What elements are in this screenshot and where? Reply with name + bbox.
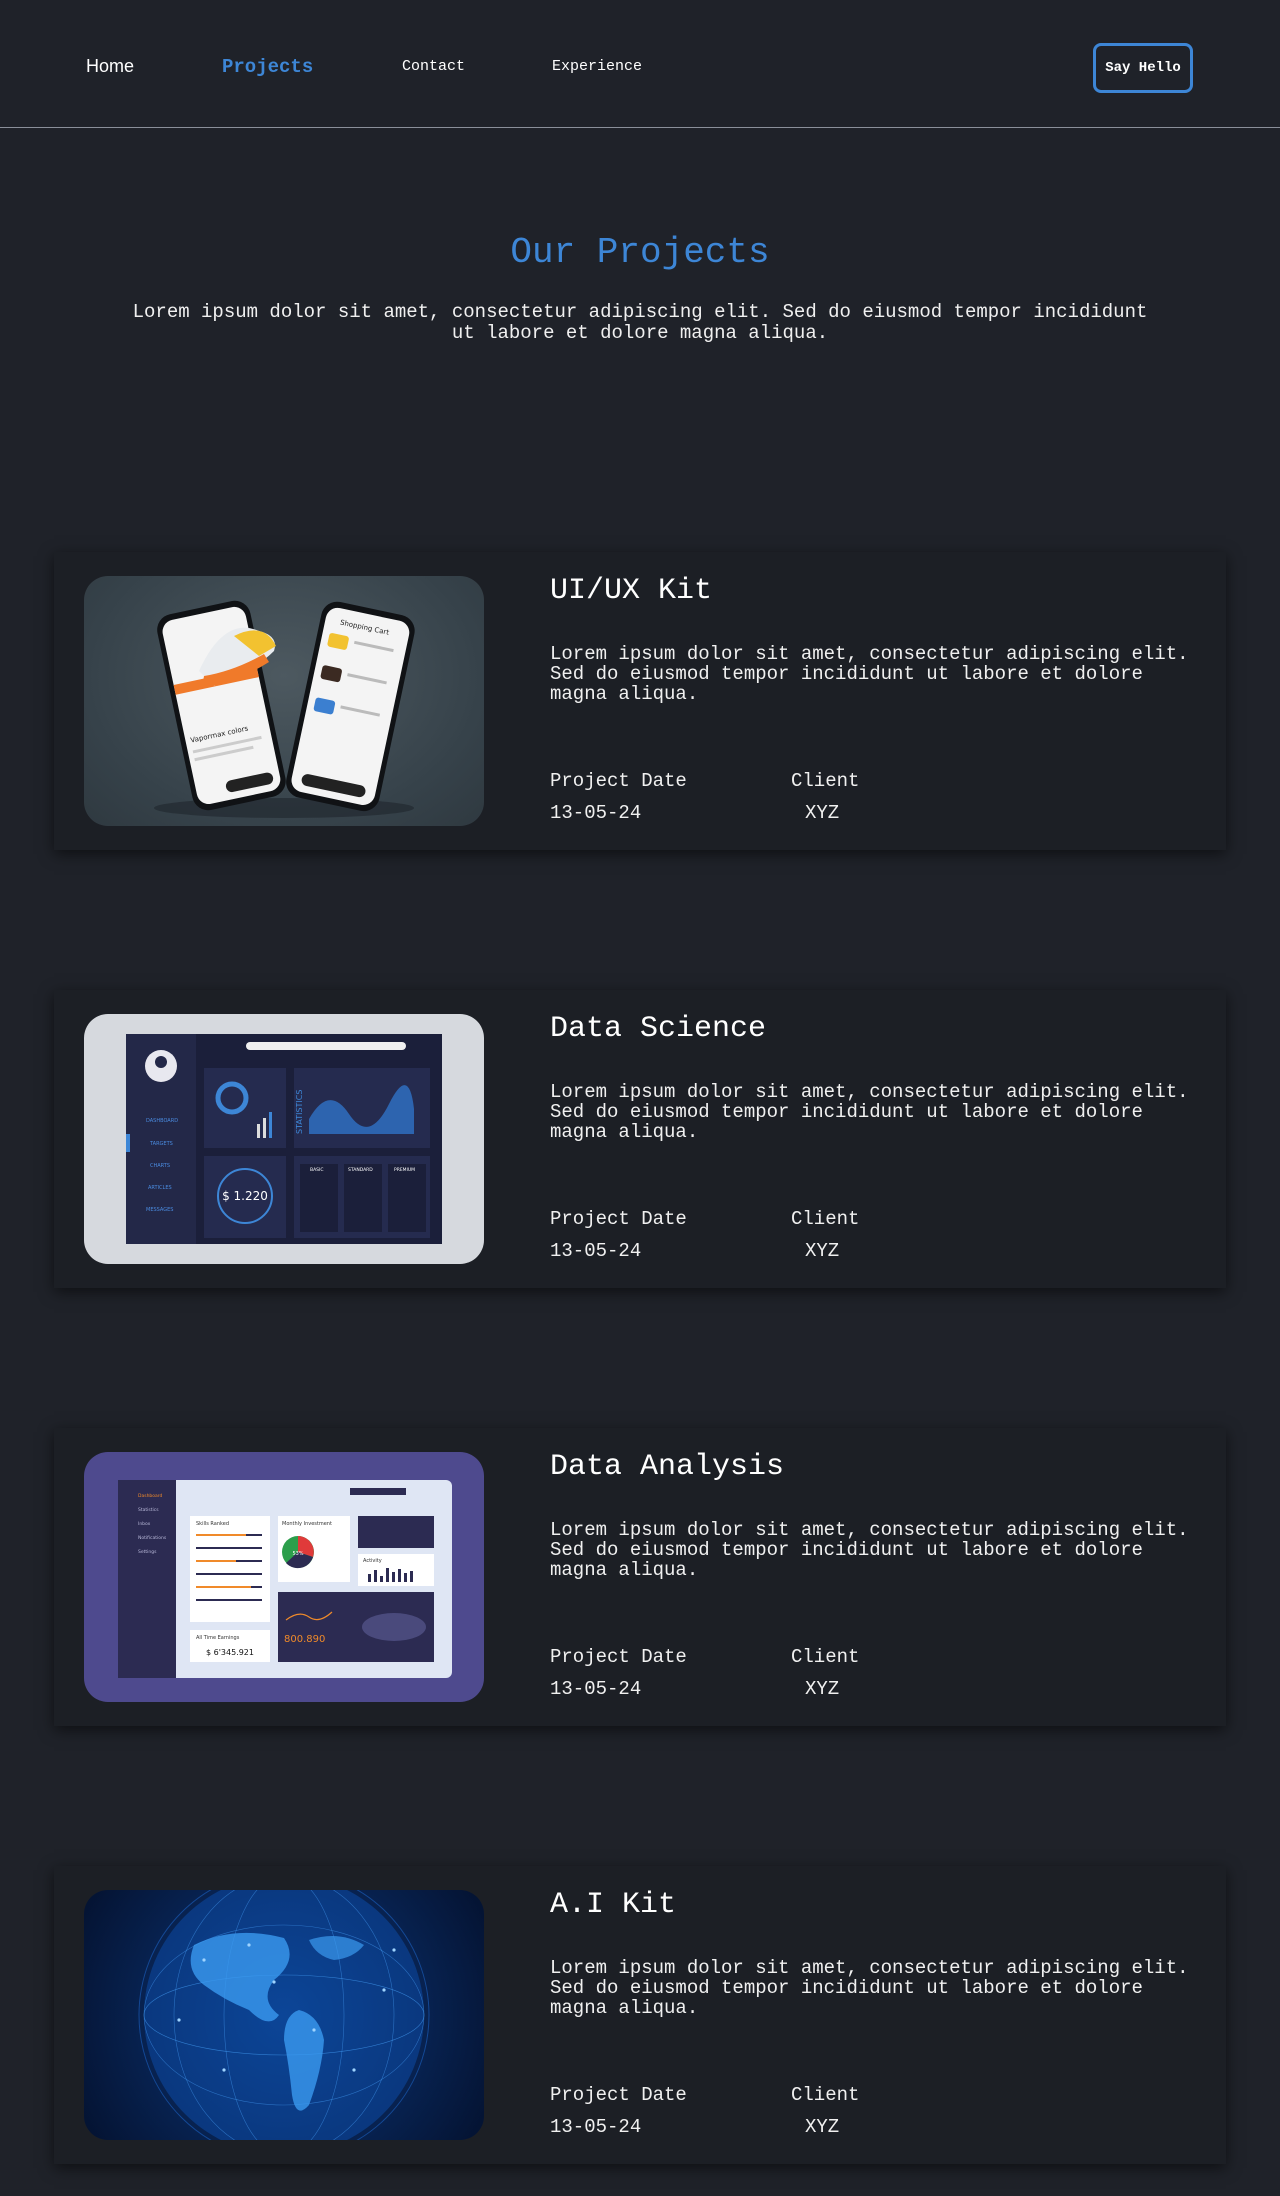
- menu-articles: ARTICLES: [148, 1185, 172, 1191]
- panel-investment: Monthly Investment: [282, 1521, 332, 1527]
- project-image-globe: [84, 1890, 484, 2140]
- project-card-data-science[interactable]: DASHBOARD TARGETS CHARTS ARTICLES MESSAG…: [54, 990, 1226, 1288]
- project-description: Lorem ipsum dolor sit amet, consectetur …: [550, 1081, 1189, 1143]
- globe-illustration: [138, 1890, 430, 2140]
- menu-inbox: Inbox: [138, 1521, 151, 1527]
- plan-standard: STANDARD: [348, 1167, 373, 1173]
- project-title: UI/UX Kit: [550, 574, 713, 608]
- project-card-ai-kit[interactable]: A.I Kit Lorem ipsum dolor sit amet, cons…: [54, 1866, 1226, 2164]
- project-image-phones: Vaporrnax colors Shopping Cart: [84, 576, 484, 826]
- menu-dashboard: Dashboard: [138, 1493, 163, 1499]
- top-nav: Home Projects Contact Experience Say Hel…: [0, 0, 1280, 128]
- project-date-value: 13-05-24: [550, 2116, 642, 2138]
- nav-projects-link[interactable]: Projects: [222, 56, 313, 78]
- project-client-value: XYZ: [805, 802, 840, 824]
- project-image-analysis-dashboard: Dashboard Statistics Inbox Notifications…: [84, 1452, 484, 1702]
- total-value: $ 6'345.921: [206, 1648, 254, 1657]
- project-client-label: Client: [791, 1208, 860, 1230]
- project-title: Data Science: [550, 1012, 767, 1046]
- project-date-value: 13-05-24: [550, 802, 642, 824]
- project-description: Lorem ipsum dolor sit amet, consectetur …: [550, 1519, 1189, 1581]
- metric-value: $ 1.220: [222, 1189, 268, 1203]
- nav-contact-link[interactable]: Contact: [402, 58, 465, 75]
- menu-charts: CHARTS: [150, 1163, 170, 1169]
- menu-notifications: Notifications: [138, 1535, 167, 1541]
- project-client-label: Client: [791, 2084, 860, 2106]
- plan-premium: PREMIUM: [394, 1167, 415, 1173]
- nav-experience-link[interactable]: Experience: [552, 58, 642, 75]
- project-date-label: Project Date: [550, 1208, 687, 1230]
- project-date-value: 13-05-24: [550, 1678, 642, 1700]
- project-card-data-analysis[interactable]: Dashboard Statistics Inbox Notifications…: [54, 1428, 1226, 1726]
- pie-label: 53%: [292, 1551, 303, 1557]
- project-date-label: Project Date: [550, 1646, 687, 1668]
- page-intro: Lorem ipsum dolor sit amet, consectetur …: [132, 301, 1148, 344]
- big-value: 800.890: [284, 1634, 325, 1645]
- menu-messages: MESSAGES: [146, 1207, 173, 1213]
- page-title: Our Projects: [510, 232, 770, 273]
- project-description: Lorem ipsum dolor sit amet, consectetur …: [550, 643, 1189, 705]
- total-label: All Time Earnings: [196, 1635, 240, 1641]
- panel-skills: Skills Ranked: [196, 1521, 229, 1527]
- project-client-value: XYZ: [805, 1240, 840, 1262]
- project-client-label: Client: [791, 770, 860, 792]
- project-description: Lorem ipsum dolor sit amet, consectetur …: [550, 1957, 1189, 2019]
- analysis-dashboard-illustration: Dashboard Statistics Inbox Notifications…: [118, 1480, 452, 1678]
- project-client-value: XYZ: [805, 2116, 840, 2138]
- phones-illustration: Vaporrnax colors Shopping Cart: [154, 600, 415, 818]
- project-card-uiux-kit[interactable]: Vaporrnax colors Shopping Cart UI/UX Kit…: [54, 552, 1226, 850]
- project-date-label: Project Date: [550, 770, 687, 792]
- panel-activity: Activity: [363, 1558, 382, 1564]
- project-client-value: XYZ: [805, 1678, 840, 1700]
- project-date-value: 13-05-24: [550, 1240, 642, 1262]
- menu-dashboard: DASHBOARD: [146, 1118, 178, 1124]
- menu-statistics: Statistics: [138, 1507, 159, 1513]
- say-hello-button[interactable]: Say Hello: [1093, 43, 1193, 93]
- project-title: A.I Kit: [550, 1888, 677, 1922]
- project-image-stats-dashboard: DASHBOARD TARGETS CHARTS ARTICLES MESSAG…: [84, 1014, 484, 1264]
- statistics-label: STATISTICS: [295, 1090, 304, 1134]
- stats-dashboard-illustration: DASHBOARD TARGETS CHARTS ARTICLES MESSAG…: [126, 1034, 442, 1244]
- menu-targets: TARGETS: [149, 1141, 173, 1147]
- menu-settings: Settings: [138, 1549, 157, 1555]
- project-client-label: Client: [791, 1646, 860, 1668]
- nav-home-link[interactable]: Home: [86, 56, 134, 77]
- project-title: Data Analysis: [550, 1450, 785, 1484]
- project-date-label: Project Date: [550, 2084, 687, 2106]
- plan-basic: BASIC: [310, 1167, 324, 1173]
